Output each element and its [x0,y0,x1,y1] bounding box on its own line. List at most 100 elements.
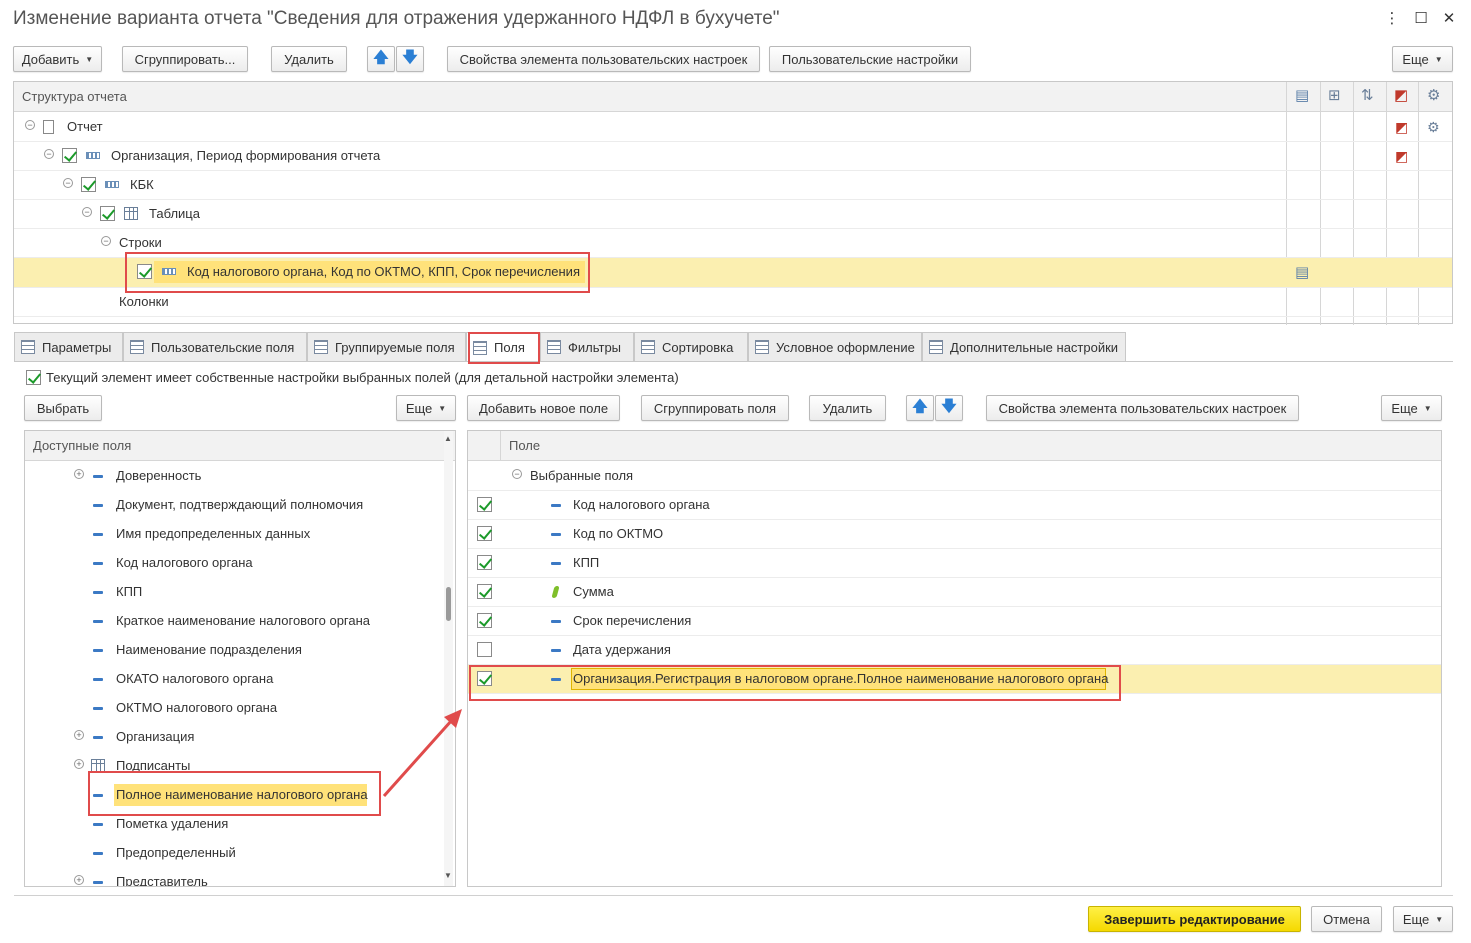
list-item[interactable]: + Доверенность [25,462,455,491]
fields-icon[interactable]: ▤ [1295,86,1311,104]
field-checkbox[interactable] [477,497,492,512]
tab-user-fields[interactable]: Пользовательские поля [123,332,307,361]
list-item[interactable]: + Представитель [25,868,455,886]
list-item[interactable]: ОКАТО налогового органа [25,665,455,694]
item-properties-button[interactable]: Свойства элемента пользовательских настр… [447,46,760,72]
scrollbar-thumb[interactable] [446,587,451,621]
checkbox-kbk[interactable] [81,177,96,192]
collapse-icon[interactable]: − [101,236,111,246]
collapse-icon[interactable]: − [44,149,54,159]
list-item[interactable]: Код налогового органа [25,549,455,578]
list-item[interactable]: Предопределенный [25,839,455,868]
fields-icon[interactable]: ▤ [1295,263,1309,281]
field-checkbox[interactable] [477,613,492,628]
finish-editing-button[interactable]: Завершить редактирование [1088,906,1301,932]
collapse-icon[interactable]: − [25,120,35,130]
expand-icon[interactable]: + [74,730,84,740]
list-item[interactable]: КПП [25,578,455,607]
table-row[interactable]: Код налогового органа [468,491,1441,520]
annotation-arrow [382,709,462,798]
list-item[interactable]: Наименование подразделения [25,636,455,665]
field-item-properties-button[interactable]: Свойства элемента пользовательских настр… [986,395,1299,421]
table-row[interactable]: КПП [468,549,1441,578]
more-button-left[interactable]: Еще ▼ [396,395,456,421]
field-label: Код налогового органа [573,497,710,512]
own-settings-checkbox[interactable] [26,370,41,385]
tab-label: Группируемые поля [335,339,455,355]
collapse-icon[interactable]: − [82,207,92,217]
cancel-button[interactable]: Отмена [1311,906,1382,932]
tab-sorting[interactable]: Сортировка [634,332,748,361]
tab-filters[interactable]: Фильтры [540,332,634,361]
group-button[interactable]: Сгруппировать... [122,46,248,72]
close-icon[interactable]: ✕ [1440,10,1458,28]
structure-row-organization[interactable]: − Организация, Период формирования отчет… [14,142,1452,171]
field-move-down-button[interactable]: 🡇 [935,395,963,421]
highlight-frame-tab [468,332,540,364]
field-checkbox[interactable] [477,584,492,599]
expand-icon[interactable]: + [74,875,84,885]
field-icon [93,620,103,623]
tab-grouped-fields[interactable]: Группируемые поля [307,332,466,361]
settings-icon[interactable]: ⚙ [1427,86,1443,104]
maximize-icon[interactable]: ☐ [1412,10,1430,28]
checkbox-table[interactable] [100,206,115,221]
user-settings-button[interactable]: Пользовательские настройки [769,46,971,72]
field-checkbox[interactable] [477,642,492,657]
root-label: Выбранные поля [530,468,634,483]
structure-row-table[interactable]: − Таблица [14,200,1452,229]
highlight-frame-right [469,665,1121,701]
tab-additional-settings[interactable]: Дополнительные настройки [922,332,1126,361]
select-button[interactable]: Выбрать [24,395,102,421]
more-button-top[interactable]: Еще ▼ [1392,46,1453,72]
more-button-footer[interactable]: Еще ▼ [1393,906,1453,932]
scrollbar[interactable]: ▲ ▼ [444,431,453,886]
settings-icon[interactable]: ⚙ [1427,119,1440,136]
table-row[interactable]: Сумма [468,578,1441,607]
more-button-right[interactable]: Еще ▼ [1381,395,1442,421]
checkbox-organization[interactable] [62,148,77,163]
add-button[interactable]: Добавить ▼ [13,46,102,72]
table-row[interactable]: Срок перечисления [468,607,1441,636]
list-item[interactable]: Краткое наименование налогового органа [25,607,455,636]
field-move-up-button[interactable]: 🡅 [906,395,934,421]
filter-icon[interactable]: ⊞ [1328,86,1344,104]
selected-fields-root[interactable]: − Выбранные поля [468,462,1441,491]
field-checkbox[interactable] [477,526,492,541]
conditional-format-icon[interactable]: ◩ [1395,119,1408,136]
group-fields-button[interactable]: Сгруппировать поля [641,395,789,421]
list-item-label: ОКТМО налогового органа [116,700,278,715]
move-down-button[interactable]: 🡇 [396,46,424,72]
tab-parameters[interactable]: Параметры [14,332,123,361]
list-item[interactable]: Имя предопределенных данных [25,520,455,549]
expand-icon[interactable]: + [74,469,84,479]
field-icon [93,475,103,478]
collapse-icon[interactable]: − [512,469,522,479]
structure-row-report[interactable]: − Отчет ◩ ⚙ [14,113,1452,142]
field-checkbox[interactable] [477,555,492,570]
caret-down-icon: ▼ [1434,54,1443,64]
collapse-icon[interactable]: − [63,178,73,188]
available-fields-panel: Доступные поля + Доверенность Документ, … [24,430,456,887]
field-icon [93,736,103,739]
delete-button[interactable]: Удалить [271,46,347,72]
expand-icon[interactable]: + [74,759,84,769]
more-vertical-icon[interactable]: ⋮ [1383,10,1401,28]
field-icon [93,591,103,594]
structure-header-label: Структура отчета [22,89,127,104]
move-up-button[interactable]: 🡅 [367,46,395,72]
conditional-format-icon[interactable]: ◩ [1394,86,1410,104]
conditional-format-icon[interactable]: ◩ [1395,148,1408,165]
sort-icon[interactable]: ⇅ [1361,86,1377,104]
table-row[interactable]: Код по ОКТМО [468,520,1441,549]
selected-fields-header: Поле [468,431,1441,461]
list-item[interactable]: Документ, подтверждающий полномочия [25,491,455,520]
scroll-down-icon[interactable]: ▼ [444,871,452,880]
scroll-up-icon[interactable]: ▲ [444,434,452,443]
structure-row-label: Таблица [149,206,200,221]
add-new-field-button[interactable]: Добавить новое поле [467,395,620,421]
table-row[interactable]: Дата удержания [468,636,1441,665]
delete-field-button[interactable]: Удалить [809,395,886,421]
tab-conditional-format[interactable]: Условное оформление [748,332,922,361]
structure-row-kbk[interactable]: − КБК [14,171,1452,200]
